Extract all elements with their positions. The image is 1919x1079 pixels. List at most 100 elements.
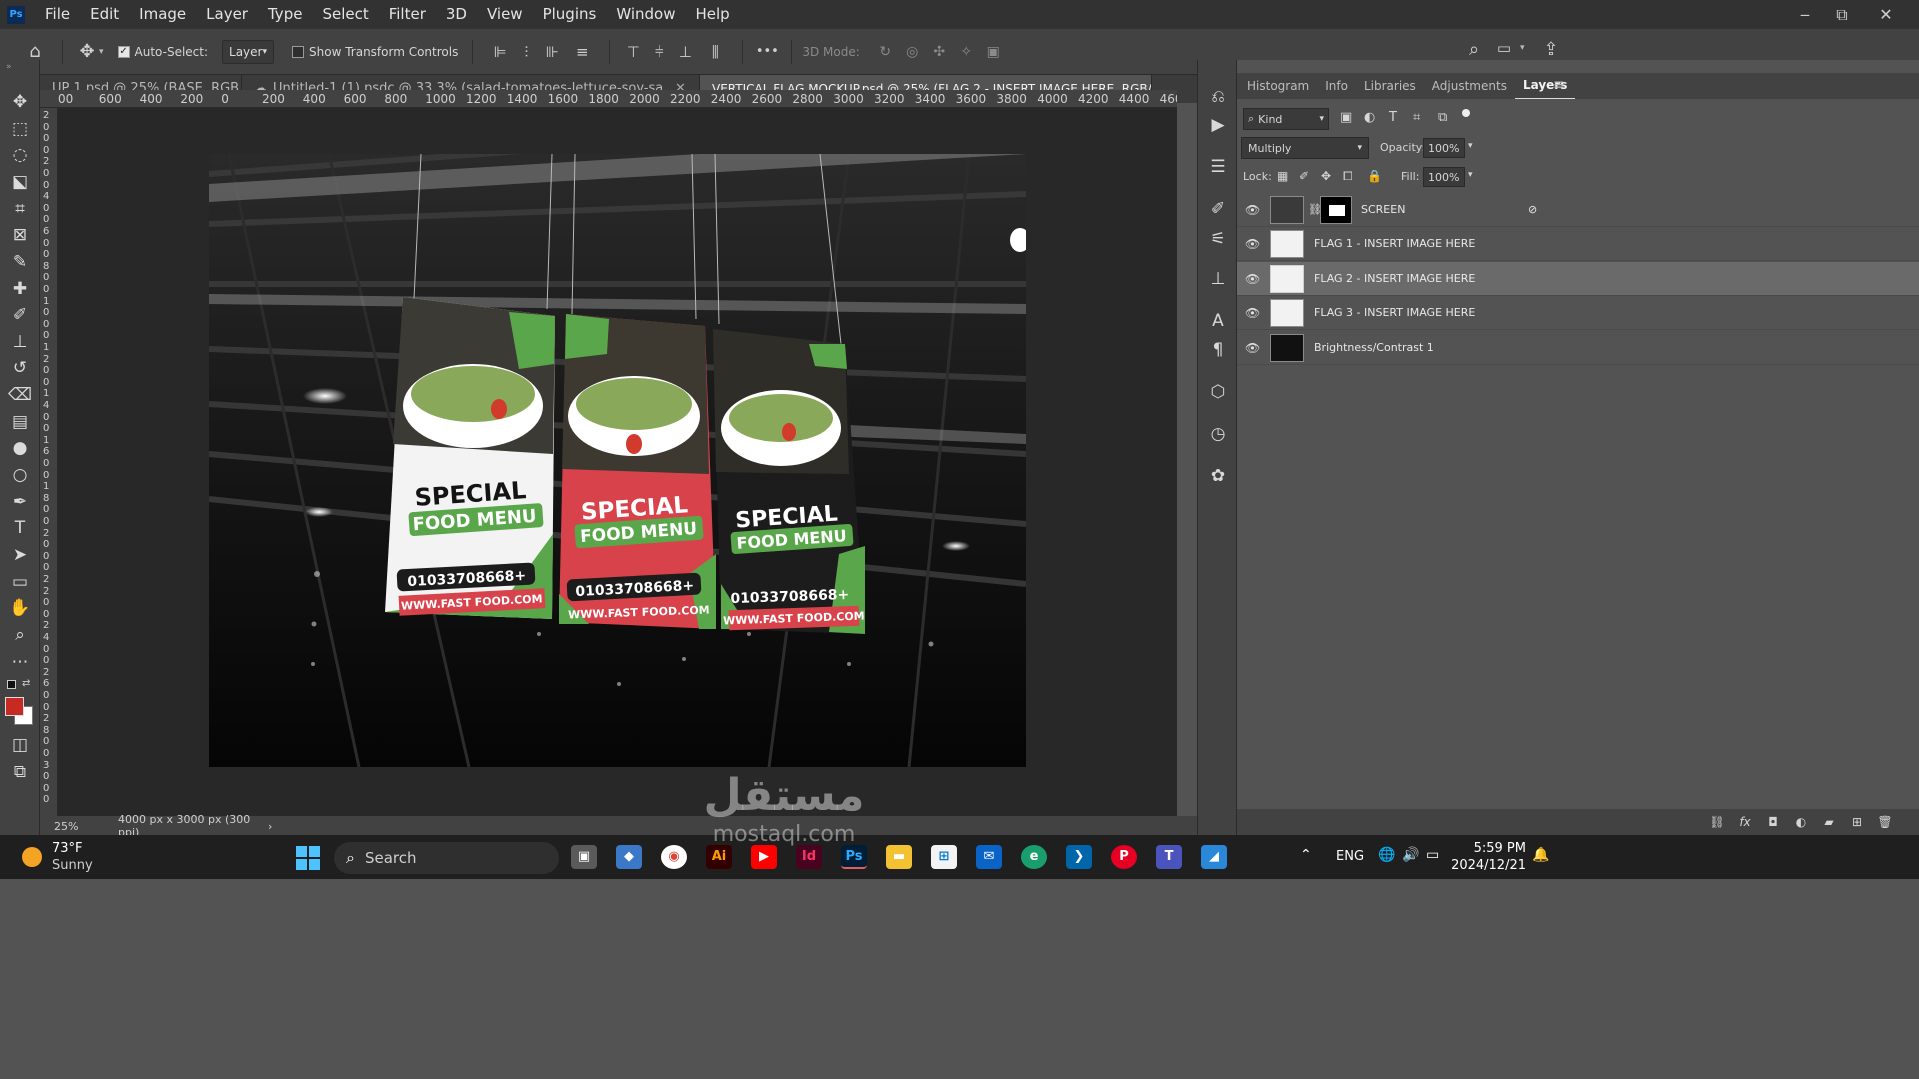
sun-icon[interactable]: [22, 847, 42, 867]
file-explorer-icon[interactable]: ▬: [886, 845, 912, 869]
filter-shape-icon[interactable]: ⌗: [1413, 110, 1420, 125]
blend-mode-dropdown[interactable]: Multiply ▾: [1241, 137, 1369, 159]
filter-toggle-icon[interactable]: [1462, 109, 1470, 117]
screen-mode-icon[interactable]: ⧉: [5, 760, 35, 784]
align-left-icon[interactable]: ⊫: [487, 43, 513, 61]
filter-pixel-icon[interactable]: ▣: [1340, 110, 1352, 125]
visibility-eye-icon[interactable]: 👁: [1245, 237, 1261, 251]
adjustment-layer-icon[interactable]: ◐: [1787, 815, 1815, 829]
eraser-tool-icon[interactable]: ⌫: [5, 383, 35, 407]
align-right-icon[interactable]: ⊪: [539, 43, 565, 61]
menu-filter[interactable]: Filter: [379, 0, 436, 29]
history-icon[interactable]: ⎌: [1204, 85, 1232, 109]
app-installer-icon[interactable]: ◢: [1201, 845, 1227, 869]
layer-row[interactable]: 👁 FLAG 3 - INSERT IMAGE HERE: [1237, 296, 1919, 330]
blur-tool-icon[interactable]: ●: [5, 436, 35, 460]
clock-date[interactable]: 2024/12/21: [1450, 858, 1526, 873]
volume-icon[interactable]: 🔊: [1402, 847, 1419, 863]
chevron-up-icon[interactable]: ⌃: [1300, 847, 1312, 863]
weather-temp[interactable]: 73°F: [52, 841, 83, 856]
clone-source-icon[interactable]: ⊥: [1204, 267, 1232, 291]
mail-icon[interactable]: ✉: [976, 845, 1002, 869]
more-tools-icon[interactable]: ⋯: [5, 650, 35, 674]
layer-row[interactable]: 👁 ⛓ SCREEN ⊘: [1237, 193, 1919, 227]
workspace-icon[interactable]: ▭: [1492, 39, 1516, 57]
filter-smart-object-icon[interactable]: ⧉: [1438, 110, 1447, 125]
windows-start-icon[interactable]: [296, 846, 320, 870]
quick-mask-icon[interactable]: ◫: [5, 733, 35, 757]
tab-histogram[interactable]: Histogram: [1239, 73, 1317, 99]
status-menu-arrow[interactable]: ›: [268, 820, 272, 833]
frame-tool-icon[interactable]: ⊠: [5, 223, 35, 247]
taskbar-search[interactable]: ⌕ Search: [334, 842, 559, 874]
new-group-icon[interactable]: ▰: [1815, 815, 1843, 829]
minimize-button[interactable]: ‒: [1785, 0, 1825, 29]
roll-3d-icon[interactable]: ◎: [899, 44, 926, 60]
restore-button[interactable]: ⧉: [1822, 0, 1862, 29]
crop-tool-icon[interactable]: ⌗: [5, 197, 35, 221]
dodge-tool-icon[interactable]: ○: [5, 463, 35, 487]
home-icon[interactable]: ⌂: [20, 41, 50, 62]
collapse-toolbar-icon[interactable]: »: [6, 62, 12, 72]
menu-window[interactable]: Window: [606, 0, 685, 29]
color-swatch-icon[interactable]: ✿: [1204, 464, 1232, 488]
menu-layer[interactable]: Layer: [196, 0, 258, 29]
align-center-icon[interactable]: ⫶: [513, 43, 539, 61]
foreground-color-swatch[interactable]: [5, 697, 24, 716]
timeline-icon[interactable]: ◷: [1204, 422, 1232, 446]
slide-3d-icon[interactable]: ✧: [953, 44, 980, 60]
lock-artboard-icon[interactable]: ⧠: [1343, 169, 1353, 184]
visibility-eye-icon[interactable]: 👁: [1245, 203, 1261, 217]
task-view-icon[interactable]: ▣: [571, 845, 597, 869]
delete-layer-icon[interactable]: 🗑: [1871, 815, 1899, 829]
healing-brush-tool-icon[interactable]: ✚: [5, 277, 35, 301]
transform-controls-checkbox[interactable]: [292, 45, 305, 58]
new-layer-icon[interactable]: ⊞: [1843, 815, 1871, 829]
adjust-sliders-icon[interactable]: ⚟: [1204, 227, 1232, 251]
layer-mask-thumbnail[interactable]: [1320, 195, 1352, 224]
add-mask-icon[interactable]: ◘: [1759, 815, 1787, 829]
menu-edit[interactable]: Edit: [80, 0, 129, 29]
lasso-tool-icon[interactable]: ◌: [5, 143, 35, 167]
distribute-icon[interactable]: ≡: [565, 43, 599, 61]
menu-file[interactable]: File: [35, 0, 80, 29]
menu-plugins[interactable]: Plugins: [533, 0, 607, 29]
smart-filter-icon[interactable]: ⊘: [1528, 203, 1537, 216]
history-brush-tool-icon[interactable]: ↺: [5, 356, 35, 380]
menu-3d[interactable]: 3D: [436, 0, 477, 29]
actions-play-icon[interactable]: ▶: [1204, 113, 1232, 137]
zoom-level[interactable]: 25%: [40, 820, 90, 833]
fx-icon[interactable]: fx: [1731, 815, 1759, 829]
layer-row[interactable]: 👁 Brightness/Contrast 1: [1237, 331, 1919, 365]
close-window-button[interactable]: ✕: [1866, 0, 1906, 29]
tab-adjustments[interactable]: Adjustments: [1424, 73, 1515, 99]
character-icon[interactable]: A: [1204, 309, 1232, 333]
clock-time[interactable]: 5:59 PM: [1466, 841, 1526, 856]
lock-position-icon[interactable]: ✥: [1321, 169, 1331, 183]
object-select-tool-icon[interactable]: ⬕: [5, 170, 35, 194]
lock-paint-icon[interactable]: ✐: [1299, 169, 1309, 183]
layer-row[interactable]: 👁 FLAG 2 - INSERT IMAGE HERE: [1237, 262, 1919, 296]
visibility-eye-icon[interactable]: 👁: [1245, 306, 1261, 320]
clone-stamp-tool-icon[interactable]: ⊥: [5, 330, 35, 354]
visibility-eye-icon[interactable]: 👁: [1245, 341, 1261, 355]
document-canvas[interactable]: SPECIAL FOOD MENU 01033708668+ WWW.FAST …: [209, 154, 1026, 767]
ruler-horizontal[interactable]: 00 600 400 200 0 200 400 600 800 1000 1200 1400 1600…: [40, 90, 1177, 108]
teams-icon[interactable]: T: [1156, 845, 1182, 869]
workspace-chevron-icon[interactable]: ▾: [1520, 43, 1525, 53]
notification-bell-icon[interactable]: 🔔: [1532, 847, 1549, 863]
lock-transparent-icon[interactable]: ▦: [1277, 169, 1288, 183]
layer-filter-dropdown[interactable]: ⌕ Kind ▾: [1243, 108, 1329, 130]
3d-cube-icon[interactable]: ⬡: [1204, 380, 1232, 404]
gradient-tool-icon[interactable]: ▤: [5, 410, 35, 434]
auto-select-target-dropdown[interactable]: Layer ▾: [222, 39, 275, 64]
share-icon[interactable]: ⇪: [1538, 39, 1564, 60]
swap-colors-icon[interactable]: ⇄: [22, 678, 30, 689]
menu-help[interactable]: Help: [685, 0, 739, 29]
path-select-tool-icon[interactable]: ➤: [5, 543, 35, 567]
search-icon[interactable]: ⌕: [1462, 39, 1486, 60]
filter-type-icon[interactable]: T: [1389, 110, 1397, 125]
default-colors-icon[interactable]: [7, 680, 16, 689]
menu-image[interactable]: Image: [129, 0, 196, 29]
network-icon[interactable]: 🌐: [1378, 847, 1395, 863]
